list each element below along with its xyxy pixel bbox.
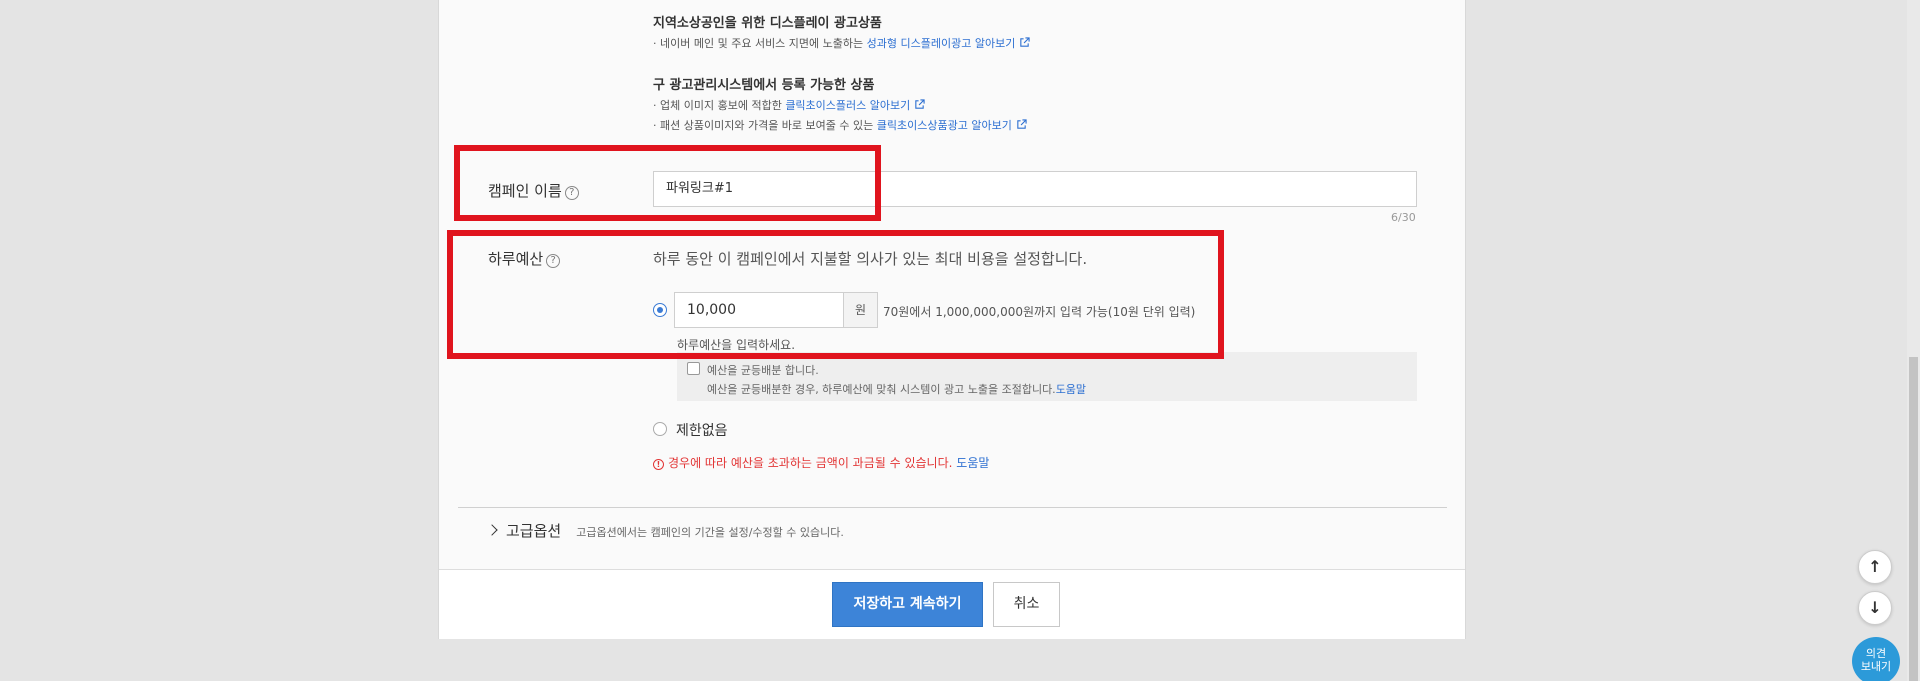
scroll-bottom-button[interactable]: ↓ <box>1858 591 1892 625</box>
page-scrollbar[interactable] <box>1907 0 1920 681</box>
legacy-ad-title: 구 광고관리시스템에서 등록 가능한 상품 <box>653 78 875 93</box>
chevron-right-icon <box>486 524 498 536</box>
form-footer: 저장하고 계속하기 취소 <box>439 569 1465 639</box>
local-ad-title: 지역소상공인을 위한 디스플레이 광고상품 <box>653 16 882 31</box>
budget-warning-text: 경우에 따라 예산을 초과하는 금액이 과금될 수 있습니다. <box>668 456 953 470</box>
warning-icon: ! <box>653 459 664 470</box>
feedback-button[interactable]: 의견 보내기 <box>1852 637 1900 681</box>
distribute-desc: 예산을 균등배분한 경우, 하루예산에 맞춰 시스템이 광고 노출을 조절합니다… <box>707 383 1056 396</box>
clickchoice-plus-link[interactable]: 클릭초이스플러스 알아보기 <box>785 99 910 112</box>
legacy-ad-text-2: 패션 상품이미지와 가격을 바로 보여줄 수 있는 <box>660 119 874 132</box>
section-divider <box>458 507 1447 508</box>
external-link-icon[interactable] <box>914 99 925 110</box>
local-ad-text: 네이버 메인 및 주요 서비스 지면에 노출하는 <box>660 37 864 50</box>
legacy-ad-text-1: 업체 이미지 홍보에 적합한 <box>660 99 782 112</box>
legacy-ad-line-2: · 패션 상품이미지와 가격을 바로 보여줄 수 있는 클릭초이스상품광고 알아… <box>653 117 1027 133</box>
scroll-top-button[interactable]: ↑ <box>1858 550 1892 584</box>
display-ad-link[interactable]: 성과형 디스플레이광고 알아보기 <box>867 37 1016 50</box>
feedback-label-2: 보내기 <box>1860 660 1892 673</box>
legacy-ad-line-1: · 업체 이미지 홍보에 적합한 클릭초이스플러스 알아보기 <box>653 97 925 113</box>
external-link-icon[interactable] <box>1019 37 1030 48</box>
unlimited-radio[interactable] <box>653 422 667 436</box>
highlight-box-campaign-name <box>454 145 881 221</box>
warning-help-link[interactable]: 도움말 <box>956 456 989 470</box>
bullet: · <box>653 37 657 50</box>
arrow-down-icon: ↓ <box>1868 598 1882 617</box>
scrollbar-thumb[interactable] <box>1909 357 1918 681</box>
distribute-desc-line: 예산을 균등배분한 경우, 하루예산에 맞춰 시스템이 광고 노출을 조절합니다… <box>707 381 1086 397</box>
cancel-button[interactable]: 취소 <box>993 582 1060 627</box>
save-continue-button[interactable]: 저장하고 계속하기 <box>832 582 983 627</box>
distribute-checkbox[interactable] <box>687 362 700 375</box>
feedback-label-1: 의견 <box>1865 647 1887 660</box>
advanced-options-title: 고급옵션 <box>506 522 562 540</box>
campaign-name-counter: 6/30 <box>1391 211 1416 224</box>
clickchoice-product-link[interactable]: 클릭초이스상품광고 알아보기 <box>877 119 1012 132</box>
unlimited-label: 제한없음 <box>676 423 728 439</box>
external-link-icon[interactable] <box>1016 119 1027 130</box>
bullet: · <box>653 119 657 132</box>
distribute-help-link[interactable]: 도움말 <box>1056 383 1086 396</box>
highlight-box-daily-budget <box>447 230 1224 359</box>
distribute-label: 예산을 균등배분 합니다. <box>707 364 819 377</box>
budget-warning: ! 경우에 따라 예산을 초과하는 금액이 과금될 수 있습니다. 도움말 <box>653 454 989 471</box>
arrow-up-icon: ↑ <box>1868 557 1882 576</box>
bullet: · <box>653 99 657 112</box>
campaign-form-panel: 지역소상공인을 위한 디스플레이 광고상품 · 네이버 메인 및 주요 서비스 … <box>438 0 1466 639</box>
local-ad-line: · 네이버 메인 및 주요 서비스 지면에 노출하는 성과형 디스플레이광고 알… <box>653 35 1030 51</box>
advanced-options-desc: 고급옵션에서는 캠페인의 기간을 설정/수정할 수 있습니다. <box>576 526 844 539</box>
advanced-options-toggle[interactable]: 고급옵션 고급옵션에서는 캠페인의 기간을 설정/수정할 수 있습니다. <box>486 520 844 541</box>
